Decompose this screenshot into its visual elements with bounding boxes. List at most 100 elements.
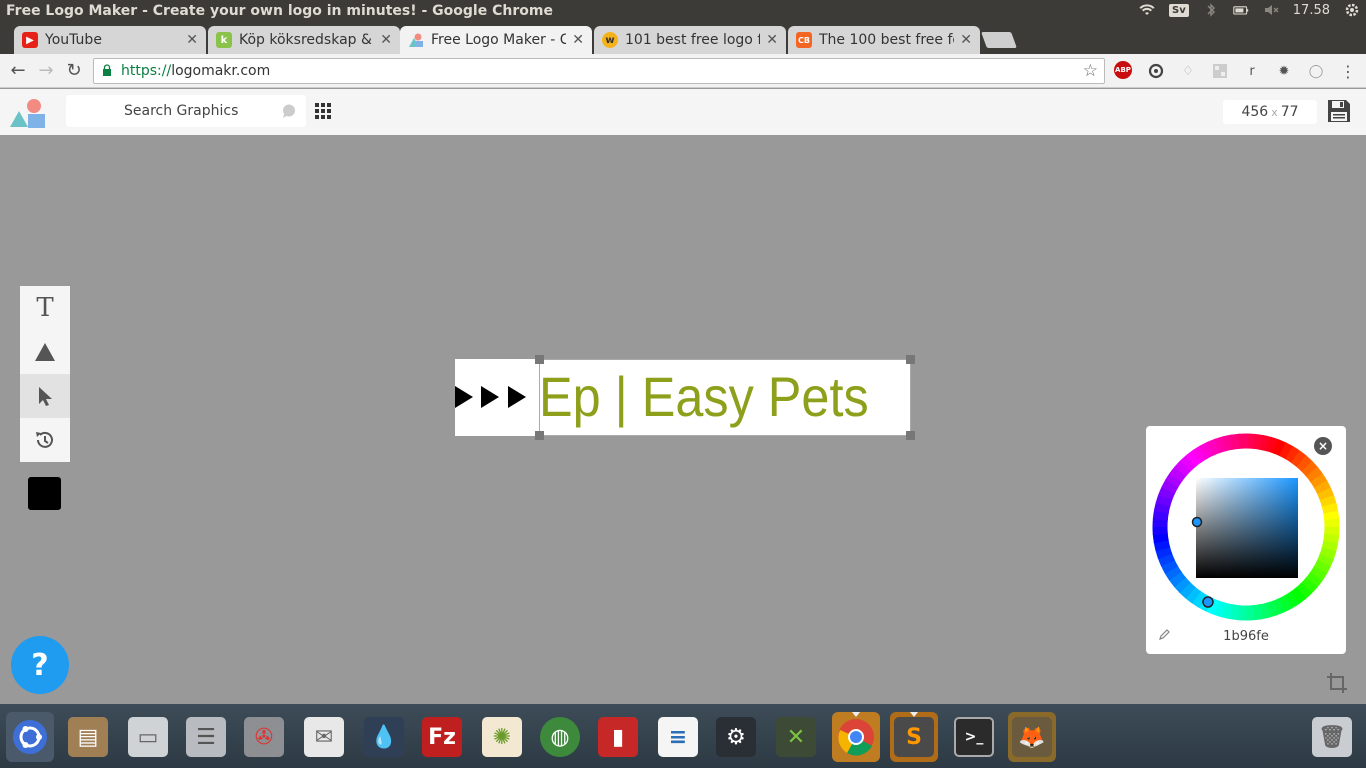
forward-icon[interactable]: →	[35, 60, 57, 82]
droplet-icon[interactable]: 💧	[360, 712, 408, 762]
close-icon[interactable]: ✕	[572, 32, 584, 48]
close-picker-icon[interactable]: ×	[1314, 437, 1332, 455]
logomakr-logo-icon[interactable]	[10, 97, 48, 129]
crop-icon[interactable]	[1326, 672, 1348, 694]
hex-color-value[interactable]: 1b96fe	[1146, 629, 1346, 644]
tab-100-best-free-fonts[interactable]: CB The 100 best free fo ✕	[788, 26, 980, 54]
close-icon[interactable]: ✕	[380, 32, 392, 48]
battery-icon[interactable]	[1233, 2, 1249, 18]
back-icon[interactable]: ←	[7, 60, 29, 82]
settings-tools-icon[interactable]: ✇	[240, 712, 288, 762]
tool-panel: T	[20, 286, 70, 462]
diamond-extension-icon[interactable]: ♢	[1178, 61, 1198, 81]
filezilla-icon[interactable]: Fz	[418, 712, 466, 762]
trash-icon[interactable]: 🗑	[1308, 712, 1356, 762]
tab-101-best-free-logo[interactable]: w 101 best free logo f ✕	[594, 26, 786, 54]
history-icon	[36, 431, 53, 448]
active-color-swatch[interactable]	[28, 477, 61, 510]
tab-kop-koksredskap[interactable]: k Köp köksredskap & ✕	[208, 26, 400, 54]
history-tool[interactable]	[20, 418, 70, 462]
save-floppy-icon[interactable]	[1327, 99, 1351, 123]
chrome-icon[interactable]	[832, 712, 880, 762]
bluetooth-icon[interactable]	[1203, 2, 1219, 18]
steam-icon[interactable]: ⚙	[712, 712, 760, 762]
k-icon: k	[216, 32, 232, 48]
circle-extension-icon[interactable]: ◯	[1306, 61, 1326, 81]
tab-label: Free Logo Maker - C	[431, 32, 567, 48]
resize-handle-top-right[interactable]	[906, 355, 915, 364]
sublime-icon[interactable]: S	[890, 712, 938, 762]
xmind-icon[interactable]: ✕	[772, 712, 820, 762]
resize-handle-bottom-left[interactable]	[535, 431, 544, 440]
keyboard-layout-indicator[interactable]: Sv	[1169, 3, 1189, 17]
clock[interactable]: 17.58	[1293, 3, 1330, 18]
wifi-icon[interactable]	[1139, 2, 1155, 18]
resize-handle-bottom-right[interactable]	[906, 431, 915, 440]
selection-border	[539, 359, 540, 436]
triangle-icon	[35, 343, 55, 361]
size-separator: x	[1271, 105, 1278, 119]
running-indicator	[852, 712, 860, 717]
tab-youtube[interactable]: ▶ YouTube ✕	[14, 26, 206, 54]
puzzle-gear-extension-icon[interactable]: ✹	[1274, 61, 1294, 81]
system-tray: Sv 17.58	[1139, 2, 1360, 18]
logomakr-icon	[408, 32, 424, 48]
shape-tool[interactable]	[20, 330, 70, 374]
help-button[interactable]: ?	[11, 636, 69, 694]
selection-border	[910, 359, 911, 436]
launcher-dock: ▤ ▭ ☰ ✇ ✉ 💧 Fz ✺ ◍ ▮ ≡ ⚙ ✕ S >_ 🦊 🗑	[0, 704, 1366, 768]
cb-icon: CB	[796, 32, 812, 48]
logo-text[interactable]: Ep | Easy Pets	[539, 364, 869, 429]
new-tab-button[interactable]	[981, 32, 1017, 48]
canvas-width: 456	[1241, 104, 1269, 120]
selection-border	[539, 435, 910, 436]
canvas-size-display[interactable]: 456 x 77	[1223, 100, 1317, 124]
brightness-icon[interactable]: ✺	[478, 712, 526, 762]
address-bar[interactable]: https://logomakr.com ☆	[93, 58, 1105, 84]
server-icon[interactable]: ☰	[182, 712, 230, 762]
hue-handle[interactable]	[1202, 596, 1214, 608]
reload-icon[interactable]: ↻	[63, 60, 85, 82]
r-extension-icon[interactable]: r	[1242, 61, 1262, 81]
text-tool[interactable]: T	[20, 286, 70, 330]
gimp-icon[interactable]: 🦊	[1008, 712, 1056, 762]
book-icon[interactable]: ▮	[594, 712, 642, 762]
writer-icon[interactable]: ≡	[654, 712, 702, 762]
terminal-icon[interactable]: >_	[950, 712, 998, 762]
close-icon[interactable]: ✕	[960, 32, 972, 48]
triple-arrow-graphic[interactable]	[455, 386, 531, 408]
disk-icon[interactable]: ▭	[124, 712, 172, 762]
cursor-arrow-icon	[39, 387, 52, 406]
files-icon[interactable]: ▤	[64, 712, 112, 762]
volume-muted-icon[interactable]	[1263, 2, 1279, 18]
text-icon: T	[36, 293, 54, 323]
bookmark-star-icon[interactable]: ☆	[1083, 61, 1098, 81]
app-header: 456 x 77	[0, 89, 1366, 135]
resize-handle-top-left[interactable]	[535, 355, 544, 364]
selection-border	[539, 359, 910, 360]
os-top-panel: Free Logo Maker - Create your own logo i…	[0, 0, 1366, 24]
chat-bubble-icon[interactable]	[282, 104, 296, 118]
search-graphics-box[interactable]	[66, 95, 306, 127]
close-icon[interactable]: ✕	[766, 32, 778, 48]
sync-extension-icon[interactable]	[1146, 61, 1166, 81]
chrome-menu-icon[interactable]: ⋮	[1338, 61, 1358, 81]
ubuntu-dash-icon[interactable]	[6, 712, 54, 762]
saturation-handle[interactable]	[1191, 516, 1203, 528]
lock-icon	[103, 64, 111, 76]
apps-grid-icon[interactable]	[315, 103, 331, 119]
tab-free-logo-maker[interactable]: Free Logo Maker - C ✕	[400, 26, 592, 54]
w-icon: w	[602, 32, 618, 48]
color-wheel[interactable]	[1152, 432, 1340, 622]
mail-icon[interactable]: ✉	[300, 712, 348, 762]
window-title: Free Logo Maker - Create your own logo i…	[6, 3, 553, 19]
logo-canvas[interactable]: Ep | Easy Pets	[455, 359, 911, 436]
adblock-plus-icon[interactable]: ABP	[1114, 61, 1132, 79]
system-gear-icon[interactable]	[1344, 2, 1360, 18]
tab-label: Köp köksredskap &	[239, 32, 372, 48]
pattern-extension-icon[interactable]	[1210, 61, 1230, 81]
globe-icon[interactable]: ◍	[536, 712, 584, 762]
search-input[interactable]	[66, 95, 306, 127]
select-tool[interactable]	[20, 374, 70, 418]
close-icon[interactable]: ✕	[186, 32, 198, 48]
